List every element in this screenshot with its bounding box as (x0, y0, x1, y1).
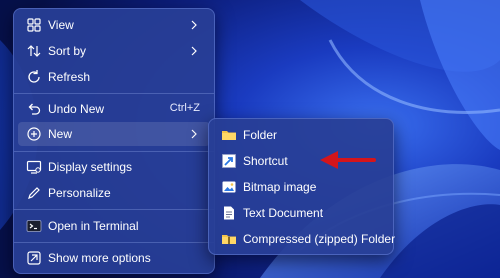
submenu-item-folder[interactable]: Folder (213, 123, 389, 147)
submenu-item-label: Text Document (243, 206, 324, 220)
menu-separator (14, 209, 214, 210)
submenu-item-label: Compressed (zipped) Folder (243, 232, 396, 246)
grid-icon (27, 18, 41, 32)
menu-separator (14, 151, 214, 152)
submenu-item-label: Bitmap image (243, 180, 317, 194)
menu-item-label: View (48, 18, 74, 32)
menu-item-label: Open in Terminal (48, 219, 139, 233)
submenu-item-compressed-folder[interactable]: Compressed (zipped) Folder (213, 227, 395, 251)
pen-icon (28, 187, 40, 199)
chevron-right-icon (191, 46, 197, 56)
menu-separator (14, 242, 214, 243)
terminal-icon (26, 220, 42, 232)
sort-icon (27, 45, 41, 57)
menu-item-label: Sort by (48, 44, 87, 58)
chevron-right-icon (191, 129, 197, 139)
submenu-item-label: Shortcut (243, 154, 288, 168)
menu-item-label: Display settings (48, 160, 133, 174)
expand-icon (27, 251, 41, 265)
menu-item-label: Personalize (48, 186, 111, 200)
refresh-icon (28, 70, 40, 83)
folder-icon (222, 131, 236, 140)
red-arrow-annotation (320, 151, 376, 169)
menu-item-label: Undo New (48, 102, 105, 116)
new-submenu: Folder Shortcut Bitmap image Text Docume… (208, 118, 395, 255)
menu-item-undo-new[interactable]: Undo New Ctrl+Z (18, 97, 210, 121)
menu-item-sort-by[interactable]: Sort by (18, 39, 210, 63)
menu-item-view[interactable]: View (18, 13, 210, 37)
shortcut-icon (222, 154, 236, 168)
plus-circle-icon (27, 127, 41, 141)
menu-item-label: Show more options (48, 251, 151, 265)
document-icon (224, 206, 234, 220)
undo-icon (28, 103, 41, 115)
submenu-item-text-document[interactable]: Text Document (213, 201, 389, 225)
submenu-item-label: Folder (243, 128, 278, 142)
zip-folder-icon (222, 235, 236, 244)
menu-item-new[interactable]: New (18, 122, 210, 146)
desktop-context-menu: View Sort by Refresh Undo New Ctrl+Z New (13, 8, 215, 274)
menu-item-show-more-options[interactable]: Show more options (18, 246, 210, 270)
submenu-item-bitmap-image[interactable]: Bitmap image (213, 175, 389, 199)
menu-item-display-settings[interactable]: Display settings (18, 155, 210, 179)
chevron-right-icon (191, 20, 197, 30)
display-icon (26, 160, 42, 174)
image-icon (222, 181, 236, 193)
shortcut-label: Ctrl+Z (169, 102, 200, 114)
menu-item-personalize[interactable]: Personalize (18, 181, 210, 205)
menu-separator (14, 93, 214, 94)
menu-item-refresh[interactable]: Refresh (18, 65, 210, 89)
menu-item-label: Refresh (48, 70, 91, 84)
menu-item-label: New (48, 127, 73, 141)
menu-item-open-in-terminal[interactable]: Open in Terminal (18, 214, 210, 238)
